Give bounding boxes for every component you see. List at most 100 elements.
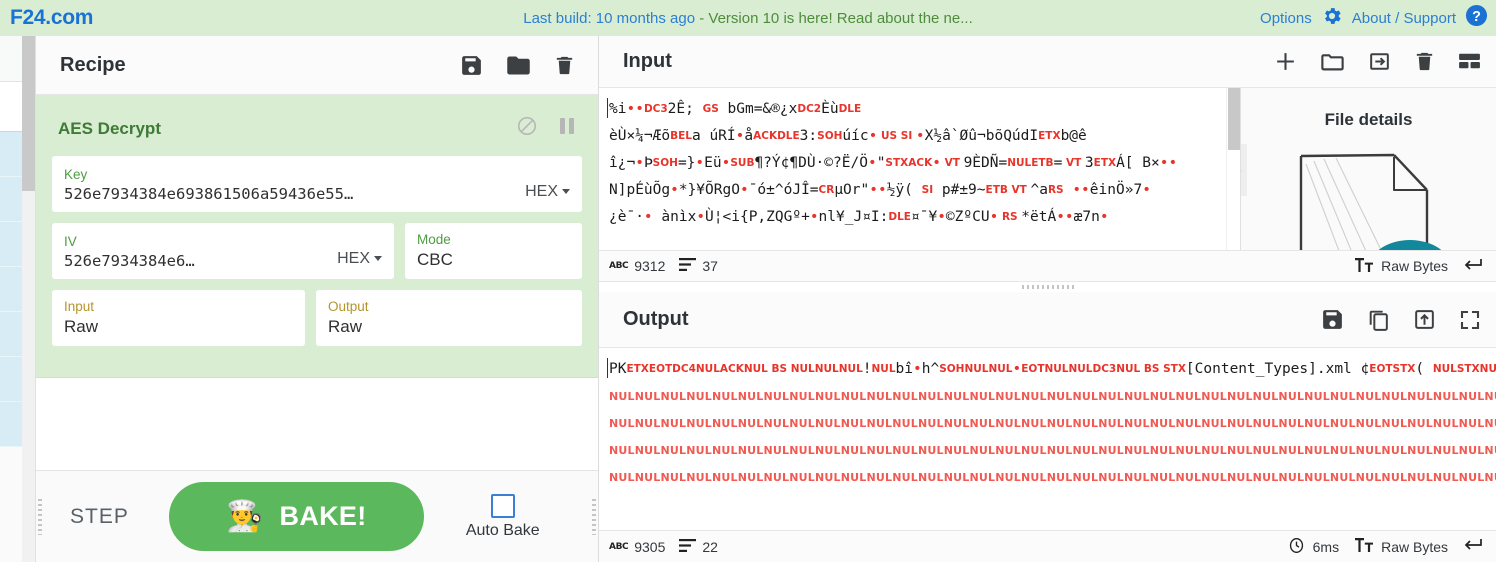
binary-text: 3:	[799, 127, 818, 144]
control-char-dot: •	[1012, 361, 1022, 377]
open-folder-icon[interactable]	[1319, 48, 1346, 75]
input-text-content[interactable]: %i••DC32Ê; GS bGm=&®¿xDC2ÈùDLE èÙ×¼¬ÆõBEL…	[599, 88, 1226, 250]
arg-key[interactable]: Key 526e7934384e693861506a59436e55… HEX	[52, 156, 582, 212]
maximise-output-icon[interactable]	[1458, 308, 1482, 332]
step-button[interactable]: STEP	[60, 499, 139, 535]
banner-build-info: Last build: 10 months ago	[523, 9, 696, 27]
arg-output-value[interactable]: Raw	[328, 317, 570, 337]
bake-button[interactable]: 👨‍🍳 BAKE!	[168, 482, 424, 551]
io-panel: Input %i••DC32Ê; GS bGm=&®¿xDC2ÈùDLE èÙ×…	[599, 36, 1496, 562]
arg-mode-value[interactable]: CBC	[417, 250, 570, 270]
load-recipe-icon[interactable]	[505, 52, 532, 79]
input-length-value: 9312	[634, 258, 666, 274]
recipe-resize-grip-right[interactable]	[592, 499, 596, 535]
arg-iv[interactable]: IV 526e7934384e6… HEX	[52, 223, 394, 279]
add-input-tab-icon[interactable]	[1273, 49, 1298, 74]
banner-version-link[interactable]: Version 10 is here! Read about the ne...	[708, 10, 972, 27]
chevron-right-icon[interactable]: ❯	[1241, 143, 1247, 196]
clear-input-icon[interactable]	[1413, 50, 1436, 73]
copy-output-icon[interactable]	[1366, 307, 1391, 332]
output-length-indicator: ABC 9305	[609, 539, 665, 555]
arg-key-value[interactable]: 526e7934384e693861506a59436e55…	[64, 185, 513, 203]
auto-bake-checkbox[interactable]	[490, 493, 515, 518]
arg-output-format[interactable]: Output Raw	[316, 290, 582, 346]
control-char-label: US SI	[877, 129, 916, 142]
input-title: Input	[623, 49, 672, 72]
control-char-dot: •	[989, 208, 999, 225]
binary-text: æ7n	[1073, 208, 1100, 225]
arg-iv-format-select[interactable]: HEX	[325, 250, 382, 270]
output-charset-value[interactable]: Raw Bytes	[1381, 539, 1448, 555]
input-scrollbar[interactable]	[1226, 87, 1240, 250]
control-char-dot: •	[695, 154, 705, 171]
output-pane: Output PKETXEOTDC4NULACKNUL BS NULNULNUL…	[599, 292, 1496, 562]
auto-bake-toggle[interactable]: Auto Bake	[466, 493, 540, 540]
open-input-icon[interactable]	[1367, 49, 1392, 74]
operations-panel[interactable]	[0, 36, 36, 562]
binary-text: a úRÍ	[691, 127, 736, 144]
io-splitter[interactable]	[599, 282, 1496, 292]
control-char-dot: •	[1099, 208, 1109, 225]
control-char-label: NULETB	[1007, 156, 1054, 169]
question-circle-icon[interactable]: ?	[1465, 4, 1488, 32]
output-text-content[interactable]: PKETXEOTDC4NULACKNUL BS NULNULNUL!NULbî•…	[599, 348, 1496, 530]
clear-recipe-icon[interactable]	[553, 54, 576, 77]
control-char-label: SOH	[652, 156, 678, 169]
arg-input-value[interactable]: Raw	[64, 317, 293, 337]
control-char-label: ETX	[1093, 156, 1117, 169]
output-line: NULNULNULNULNULNULNULNULNULNULNULNULNULN…	[609, 383, 1496, 410]
input-lines-value: 37	[702, 258, 718, 274]
line-ending-icon[interactable]	[1462, 537, 1482, 556]
operation-arg-row-iv-mode: IV 526e7934384e6… HEX Mode CBC	[52, 223, 582, 279]
operation-arg-row-key: Key 526e7934384e693861506a59436e55… HEX	[52, 156, 582, 212]
binary-text: *ëtÁ	[1021, 208, 1057, 225]
binary-text: Eü	[704, 154, 722, 171]
input-charset-value[interactable]: Raw Bytes	[1381, 258, 1448, 274]
binary-text: úíc	[842, 127, 869, 144]
control-char-label: ACKDLE	[753, 129, 800, 142]
control-char-label: RS	[1047, 183, 1064, 196]
input-scrollbar-thumb[interactable]	[1228, 87, 1240, 150]
control-char-label: STXACK	[885, 156, 933, 169]
binary-text: N]pÉùÕg	[609, 181, 671, 198]
control-char-dot: •	[937, 208, 946, 225]
save-output-icon[interactable]	[1320, 307, 1345, 332]
output-line: NULNULNULNULNULNULNULNULNULNULNULNULNULN…	[609, 464, 1496, 491]
font-size-icon[interactable]	[1355, 537, 1374, 556]
font-size-icon[interactable]	[1355, 257, 1374, 276]
disable-icon[interactable]	[516, 115, 538, 142]
recipe-operation-aes-decrypt[interactable]: AES Decrypt Key 526e7934384e693861506a59…	[36, 95, 598, 378]
about-support-link[interactable]: About / Support	[1352, 10, 1456, 27]
binary-text: ¯ó±^óJÎ=	[748, 181, 819, 198]
input-status-right: Raw Bytes	[1355, 257, 1482, 276]
output-toolbar	[1320, 307, 1482, 332]
arg-input-format[interactable]: Input Raw	[52, 290, 305, 346]
recipe-operations-list[interactable]: AES Decrypt Key 526e7934384e693861506a59…	[36, 95, 598, 470]
control-char-label: DLE	[888, 210, 911, 223]
control-char-label: NULNULNULNULNULNULNULNULNULNULNULNULNULN…	[609, 390, 1496, 403]
input-editor-area[interactable]: %i••DC32Ê; GS bGm=&®¿xDC2ÈùDLE èÙ×¼¬ÆõBEL…	[599, 87, 1496, 250]
binary-text: ©ZºCU	[945, 208, 990, 225]
recipe-resize-grip-left[interactable]	[38, 499, 42, 535]
site-brand[interactable]: F24.com	[10, 6, 93, 30]
input-layout-icon[interactable]	[1457, 50, 1482, 72]
options-link[interactable]: Options	[1260, 10, 1312, 27]
recipe-toolbar	[459, 52, 576, 79]
arg-mode[interactable]: Mode CBC	[405, 223, 582, 279]
binary-text: (	[1415, 361, 1433, 377]
control-char-label: SOH	[817, 129, 843, 142]
save-recipe-icon[interactable]	[459, 53, 484, 78]
operations-scrollbar[interactable]	[22, 36, 35, 562]
gear-icon[interactable]	[1321, 5, 1343, 32]
arg-iv-value[interactable]: 526e7934384e6…	[64, 252, 325, 270]
chevron-down-icon	[374, 256, 382, 262]
control-char-label: VT	[1062, 156, 1085, 169]
line-ending-icon[interactable]	[1462, 257, 1482, 276]
arg-key-format-select[interactable]: HEX	[513, 183, 570, 203]
binary-text: ànìx	[652, 208, 697, 225]
output-line: NULNULNULNULNULNULNULNULNULNULNULNULNULN…	[609, 437, 1496, 464]
replace-input-icon[interactable]	[1412, 307, 1437, 332]
operations-scrollbar-thumb[interactable]	[22, 36, 35, 191]
binary-text: h^	[921, 361, 940, 377]
pause-icon[interactable]	[558, 116, 576, 141]
